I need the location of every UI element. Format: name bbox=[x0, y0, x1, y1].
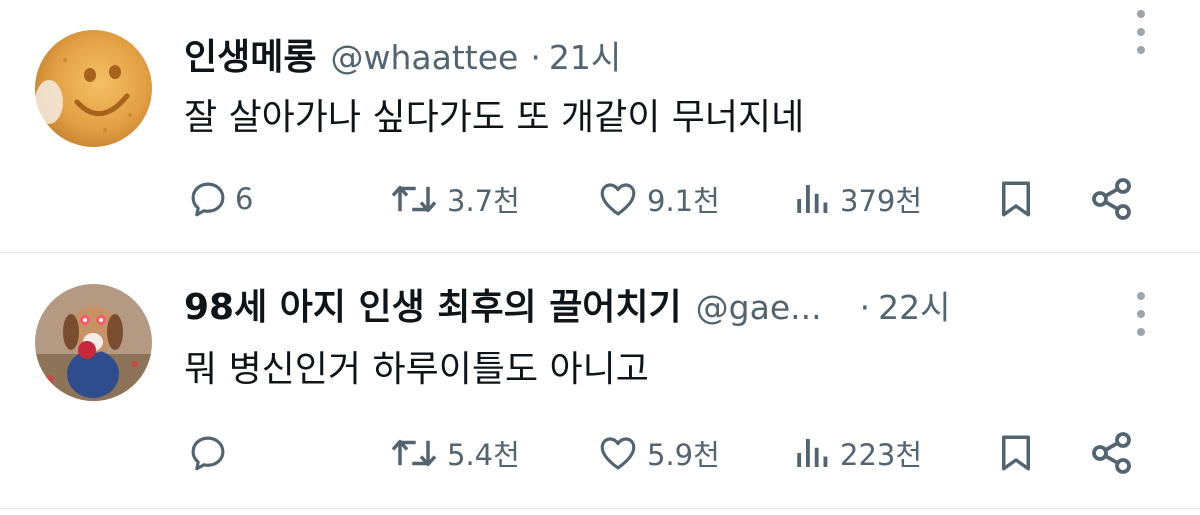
share-icon bbox=[1092, 432, 1131, 474]
timestamp[interactable]: 21시 bbox=[549, 31, 621, 79]
views-button[interactable]: 223천 bbox=[792, 428, 922, 478]
like-count: 9.1천 bbox=[647, 184, 720, 218]
retweet-count: 3.7천 bbox=[447, 184, 520, 218]
heart-icon bbox=[600, 437, 636, 470]
views-chart-icon bbox=[797, 185, 828, 213]
display-name[interactable]: 98세 아지 인생 최후의 끌어치기 bbox=[184, 278, 682, 330]
timestamp[interactable]: 22시 bbox=[878, 281, 950, 329]
bookmark-icon bbox=[1002, 435, 1030, 471]
views-chart-icon bbox=[797, 439, 828, 467]
reply-icon bbox=[191, 182, 225, 217]
views-count: 223천 bbox=[840, 438, 923, 472]
avatar[interactable] bbox=[35, 30, 152, 147]
retweet-icon bbox=[391, 185, 437, 213]
like-button[interactable]: 9.1천 bbox=[595, 174, 720, 224]
bookmark-button[interactable] bbox=[995, 428, 1037, 478]
share-button[interactable] bbox=[1088, 174, 1136, 224]
views-count: 379천 bbox=[840, 184, 923, 218]
bookmark-icon bbox=[1002, 181, 1030, 217]
tweet-text: 뭐 병신인거 하루이틀도 아니고 bbox=[184, 349, 649, 390]
tweet-header: 98세 아지 인생 최후의 끌어치기 @gae... · 22시 bbox=[184, 278, 950, 328]
user-handle[interactable]: @whaattee bbox=[330, 38, 518, 77]
heart-icon bbox=[600, 183, 636, 216]
more-vertical-icon bbox=[1137, 10, 1145, 54]
action-bar: 6 3.7천 9.1천 379천 bbox=[0, 174, 1200, 224]
tweet-1[interactable]: 인생메롱 @whaattee · 21시 잘 살아가나 싶다가도 또 개같이 무… bbox=[0, 0, 1200, 250]
action-bar: 5.4천 5.9천 223천 bbox=[0, 428, 1200, 478]
retweet-count: 5.4천 bbox=[447, 438, 520, 472]
reply-button[interactable] bbox=[187, 428, 235, 478]
reply-count: 6 bbox=[235, 182, 254, 216]
separator-dot: · bbox=[859, 288, 871, 327]
tweet-header: 인생메롱 @whaattee · 21시 bbox=[184, 28, 621, 78]
separator-dot: · bbox=[530, 38, 541, 77]
bottom-divider bbox=[0, 508, 1200, 509]
like-count: 5.9천 bbox=[647, 438, 720, 472]
tweet-2[interactable]: 98세 아지 인생 최후의 끌어치기 @gae... · 22시 뭐 병신인거 … bbox=[0, 256, 1200, 515]
more-options-button[interactable] bbox=[1128, 4, 1154, 64]
bookmark-button[interactable] bbox=[995, 174, 1037, 224]
tweet-divider bbox=[0, 252, 1200, 253]
more-options-button[interactable] bbox=[1128, 286, 1154, 346]
tweet-text: 잘 살아가나 싶다가도 또 개같이 무너지네 bbox=[184, 97, 805, 138]
avatar[interactable] bbox=[35, 284, 152, 401]
share-icon bbox=[1092, 178, 1131, 220]
retweet-icon bbox=[391, 439, 437, 467]
smiley-cookie-avatar-icon bbox=[35, 30, 152, 147]
user-handle[interactable]: @gae... bbox=[696, 288, 822, 327]
retweet-button[interactable]: 5.4천 bbox=[387, 428, 520, 478]
display-name[interactable]: 인생메롱 bbox=[184, 28, 316, 80]
retweet-button[interactable]: 3.7천 bbox=[387, 174, 520, 224]
share-button[interactable] bbox=[1088, 428, 1136, 478]
dog-with-apple-avatar-icon bbox=[35, 284, 152, 401]
more-vertical-icon bbox=[1137, 292, 1145, 336]
reply-button[interactable]: 6 bbox=[187, 174, 253, 224]
like-button[interactable]: 5.9천 bbox=[595, 428, 720, 478]
views-button[interactable]: 379천 bbox=[792, 174, 922, 224]
reply-icon bbox=[191, 436, 225, 471]
